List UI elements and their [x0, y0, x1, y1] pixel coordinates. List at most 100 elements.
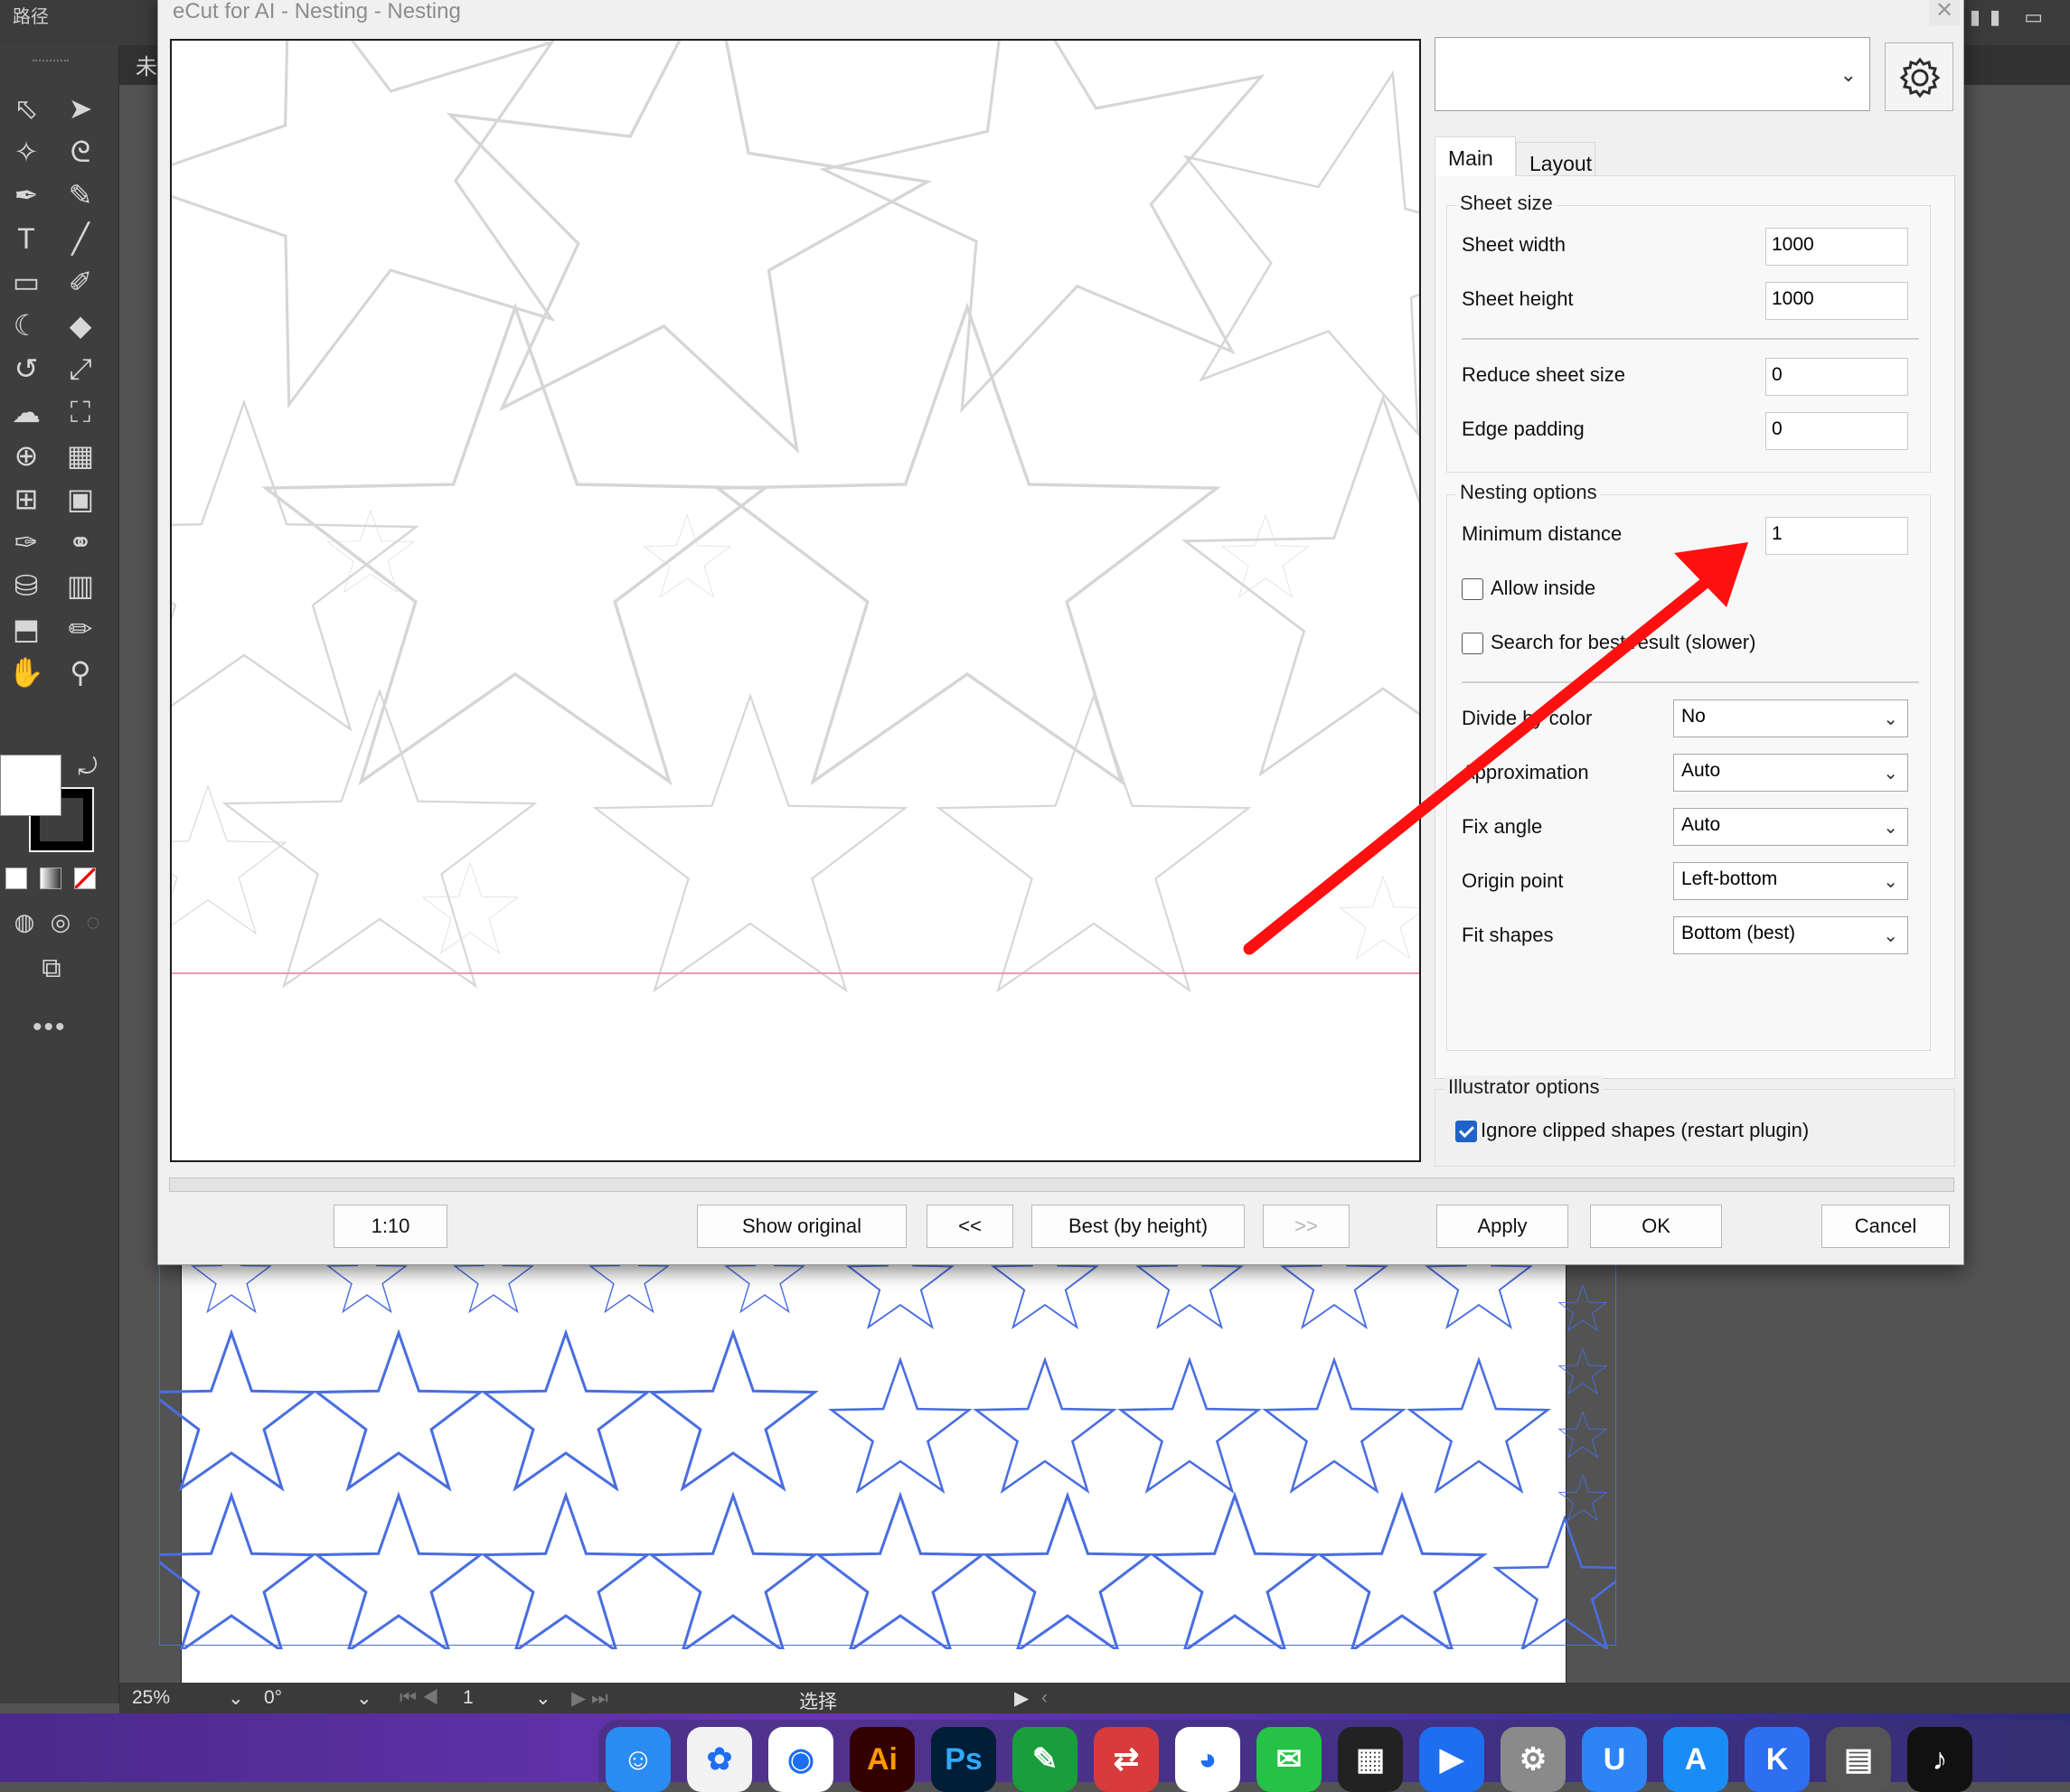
eraser-icon[interactable]: ◆	[60, 305, 101, 345]
close-icon[interactable]: ✕	[1929, 0, 1960, 26]
more-tools-icon[interactable]: •••	[33, 1012, 67, 1043]
wechat-icon[interactable]: ✉	[1256, 1727, 1322, 1792]
gradient-mode-icon[interactable]	[40, 868, 61, 889]
zoom-tool-icon[interactable]: ⚲	[60, 652, 101, 692]
photos-icon[interactable]: ✿	[687, 1727, 752, 1792]
artboard-nav-first-icon[interactable]: ⏮ ◀	[400, 1687, 438, 1709]
magic-wand-icon[interactable]: ✧	[5, 132, 47, 172]
show-original-button[interactable]: Show original	[697, 1205, 907, 1248]
type-tool-icon[interactable]: T	[5, 219, 47, 258]
hand-tool-icon[interactable]: ✋	[5, 652, 47, 692]
minimum-distance-input[interactable]: 1	[1765, 517, 1908, 555]
edge-padding-input[interactable]: 0	[1765, 412, 1908, 450]
apply-button[interactable]: Apply	[1436, 1205, 1568, 1248]
illustrator-icon[interactable]: Ai	[850, 1727, 915, 1792]
zoom-level[interactable]: 25%	[132, 1687, 170, 1709]
fit-shapes-value: Bottom (best)	[1681, 923, 1796, 943]
fix-angle-select[interactable]: Auto ⌄	[1673, 808, 1908, 846]
k-app-icon[interactable]: K	[1745, 1727, 1810, 1792]
nesting-preview[interactable]	[170, 39, 1421, 1162]
tool-icon[interactable]: U	[1582, 1727, 1647, 1792]
calculator-icon[interactable]: ▤	[1826, 1727, 1891, 1792]
rectangle-tool-icon[interactable]: ▭	[5, 262, 47, 302]
reduce-sheet-size-input[interactable]: 0	[1765, 358, 1908, 396]
marker-icon[interactable]: ✎	[1012, 1727, 1077, 1792]
rotate-tool-icon[interactable]: ↺	[5, 349, 47, 389]
shape-builder-icon[interactable]: ⊕	[5, 436, 47, 475]
scale-tool-icon[interactable]: ⤢	[60, 349, 101, 389]
blend-tool-icon[interactable]: ⚭	[60, 522, 101, 562]
photoshop-icon[interactable]: Ps	[931, 1727, 996, 1792]
qq-icon[interactable]: ◕	[1175, 1727, 1240, 1792]
chrome-icon[interactable]: ◉	[768, 1727, 833, 1792]
tab-layout[interactable]: Layout	[1516, 142, 1595, 176]
selection-tool-icon[interactable]: ⬁	[5, 89, 47, 128]
status-menu-icon[interactable]: ▶	[1014, 1687, 1029, 1710]
graph-tool-icon[interactable]: ▥	[60, 566, 101, 605]
approximation-select[interactable]: Auto ⌄	[1673, 754, 1908, 792]
sheet-width-label: Sheet width	[1462, 233, 1566, 256]
slice-tool-icon[interactable]: ✏	[60, 609, 101, 649]
chevron-down-icon: ⌄	[1839, 63, 1857, 86]
color-mode-icon[interactable]	[5, 868, 27, 889]
swap-colors-icon[interactable]: ⤾	[67, 746, 108, 786]
mesh-tool-icon[interactable]: ⊞	[5, 479, 47, 519]
tab-main[interactable]: Main	[1435, 136, 1516, 176]
rotation-dropdown-icon[interactable]: ⌄	[356, 1687, 372, 1710]
eyedropper-icon[interactable]: ✑	[5, 522, 47, 562]
artboard-tool-icon[interactable]: ⬒	[5, 609, 47, 649]
artboard-dropdown-icon[interactable]: ⌄	[535, 1687, 551, 1710]
finder-icon[interactable]: ☺	[606, 1727, 671, 1792]
chevron-down-icon: ⌄	[1883, 926, 1898, 946]
ecut-nesting-dialog: eCut for AI - Nesting - Nesting ✕ ⌄ Main…	[157, 0, 1964, 1265]
line-tool-icon[interactable]: ╱	[60, 219, 101, 258]
none-mode-icon[interactable]	[74, 868, 96, 889]
document-tab[interactable]: 未	[136, 49, 157, 80]
curvature-tool-icon[interactable]: ✎	[60, 175, 101, 215]
sheet-height-input[interactable]: 1000	[1765, 282, 1908, 320]
finalcut-icon[interactable]: ▦	[1338, 1727, 1403, 1792]
best-by-height-button[interactable]: Best (by height)	[1031, 1205, 1245, 1248]
divide-by-color-select[interactable]: No ⌄	[1673, 699, 1908, 737]
pen-tool-icon[interactable]: ✒	[5, 175, 47, 215]
remote-icon[interactable]: ⇄	[1094, 1727, 1159, 1792]
lasso-icon[interactable]: ᘓ	[60, 132, 101, 172]
panel-grip[interactable]	[33, 60, 69, 65]
settings-icon[interactable]: ⚙	[1501, 1727, 1566, 1792]
artboard-nav-last-icon[interactable]: ▶ ⏭	[571, 1687, 608, 1710]
zoom-dropdown-icon[interactable]: ⌄	[228, 1687, 244, 1710]
draw-inside-icon[interactable]: ◌	[72, 902, 114, 942]
ok-button[interactable]: OK	[1590, 1205, 1722, 1248]
direct-selection-tool-icon[interactable]: ➤	[60, 89, 101, 128]
status-scroll-icon[interactable]: ‹	[1041, 1687, 1048, 1709]
sheet-width-input[interactable]: 1000	[1765, 228, 1908, 266]
gradient-tool-icon[interactable]: ▣	[60, 479, 101, 519]
perspective-grid-icon[interactable]: ▦	[60, 436, 101, 475]
nesting-options-legend: Nesting options	[1456, 481, 1601, 504]
ignore-clipped-checkbox[interactable]	[1455, 1121, 1477, 1142]
cancel-button[interactable]: Cancel	[1821, 1205, 1950, 1248]
fill-swatch[interactable]	[0, 755, 61, 816]
artboard-number[interactable]: 1	[463, 1687, 474, 1709]
free-transform-icon[interactable]: ⛶	[60, 392, 101, 432]
search-best-checkbox[interactable]	[1462, 633, 1483, 654]
rotation-value[interactable]: 0°	[264, 1687, 282, 1709]
player-icon[interactable]: ▶	[1419, 1727, 1484, 1792]
next-result-button[interactable]: >>	[1263, 1205, 1350, 1248]
paintbrush-icon[interactable]: ✐	[60, 262, 101, 302]
fit-shapes-select[interactable]: Bottom (best) ⌄	[1673, 916, 1908, 954]
appstore-icon[interactable]: A	[1663, 1727, 1728, 1792]
illustrator-options-group: Illustrator options Ignore clipped shape…	[1435, 1075, 1955, 1167]
preset-dropdown[interactable]: ⌄	[1435, 37, 1870, 111]
shaper-tool-icon[interactable]: ☾	[5, 305, 47, 345]
symbol-sprayer-icon[interactable]: ⛁	[5, 566, 47, 605]
screen-mode-icon[interactable]: ⧉	[31, 949, 72, 989]
warp-tool-icon[interactable]: ☁	[5, 392, 47, 432]
scale-button[interactable]: 1:10	[334, 1205, 447, 1248]
allow-inside-checkbox[interactable]	[1462, 578, 1483, 600]
selection-bounding-box[interactable]	[159, 1261, 1616, 1646]
origin-point-select[interactable]: Left-bottom ⌄	[1673, 862, 1908, 900]
tiktok-icon[interactable]: ♪	[1907, 1727, 1972, 1792]
settings-button[interactable]	[1885, 42, 1953, 111]
previous-result-button[interactable]: <<	[927, 1205, 1013, 1248]
